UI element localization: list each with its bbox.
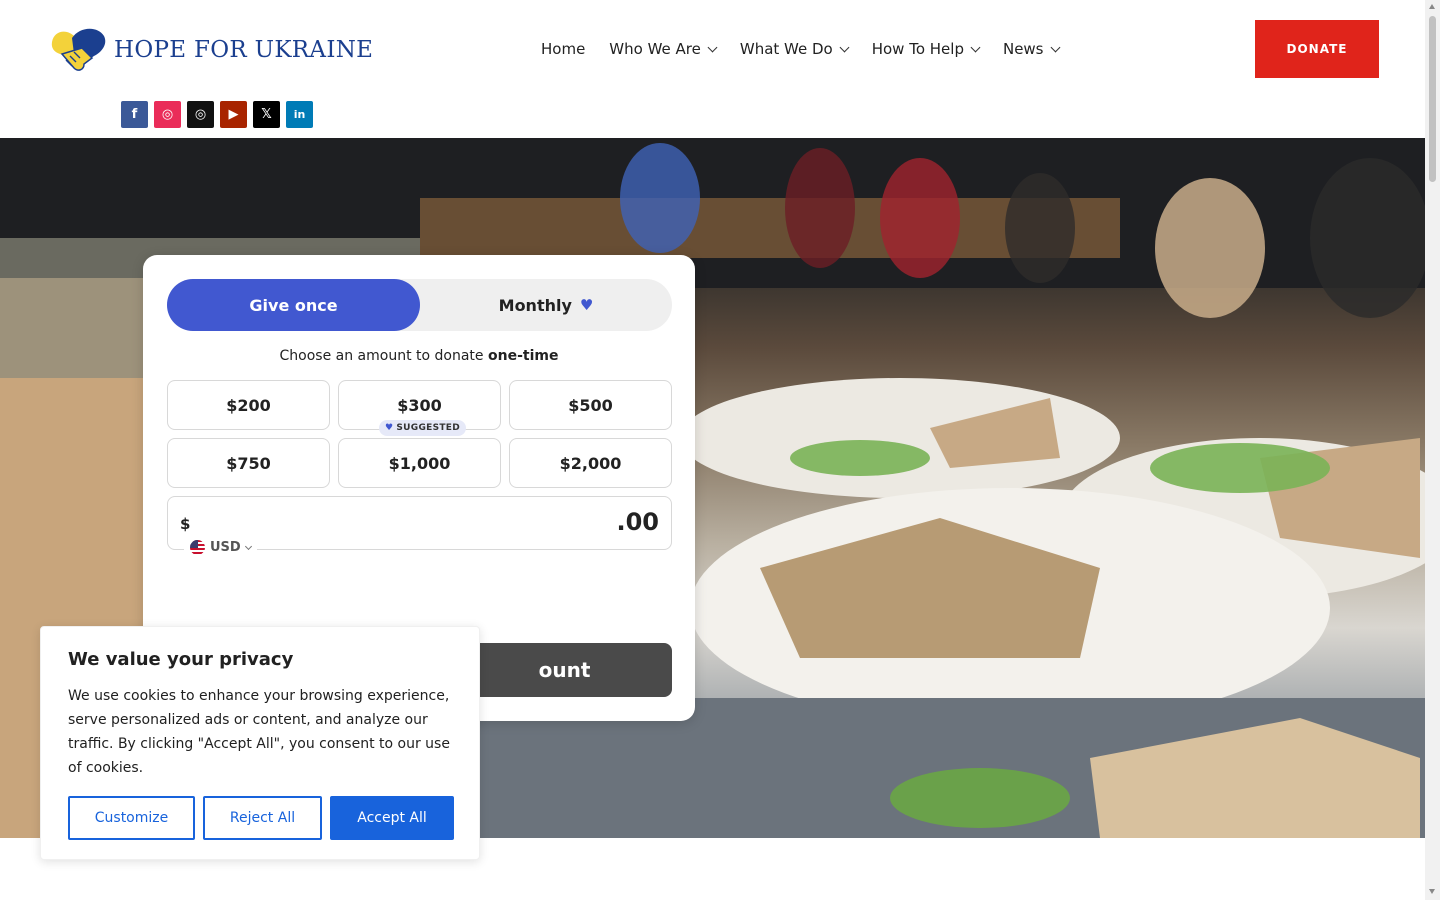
amount-prompt-text: Choose an amount to donate bbox=[279, 348, 484, 364]
amount-option-2000[interactable]: $2,000 bbox=[509, 438, 672, 488]
amount-option-500[interactable]: $500 bbox=[509, 380, 672, 430]
amount-prompt: Choose an amount to donate one-time bbox=[143, 348, 695, 364]
header-donate-button[interactable]: DONATE bbox=[1255, 20, 1379, 78]
cookie-customize-button[interactable]: Customize bbox=[68, 796, 195, 840]
heart-icon: ♥ bbox=[579, 296, 594, 314]
cookie-description: We use cookies to enhance your browsing … bbox=[68, 688, 450, 776]
chevron-down-icon bbox=[970, 42, 981, 52]
x-icon[interactable]: 𝕏 bbox=[253, 101, 280, 128]
linkedin-icon[interactable]: in bbox=[286, 101, 313, 128]
suggested-label: SUGGESTED bbox=[396, 423, 461, 433]
site-header: HOPE FOR UKRAINE Home Who We Are What We… bbox=[0, 0, 1425, 138]
cookie-accept-button[interactable]: Accept All bbox=[330, 796, 454, 840]
nav-item-label: What We Do bbox=[739, 40, 833, 58]
donate-amount-label: ount bbox=[538, 658, 591, 682]
amount-prompt-frequency: one-time bbox=[488, 348, 559, 364]
site-logo[interactable]: HOPE FOR UKRAINE bbox=[48, 24, 373, 76]
scrollbar-thumb[interactable] bbox=[1429, 16, 1436, 182]
custom-amount-input[interactable]: $ .00 USD bbox=[167, 496, 672, 555]
cookie-reject-button[interactable]: Reject All bbox=[203, 796, 322, 840]
nav-item-label: Who We Are bbox=[609, 40, 701, 58]
main-nav: Home Who We Are What We Do How To Help N… bbox=[541, 38, 1060, 60]
nav-item-label: How To Help bbox=[871, 40, 964, 58]
nav-item-what-we-do[interactable]: What We Do bbox=[739, 38, 850, 60]
scroll-down-icon[interactable] bbox=[1429, 889, 1435, 894]
frequency-toggle: Give once Monthly ♥ bbox=[167, 279, 672, 331]
heart-icon: ♥ bbox=[385, 423, 394, 433]
custom-amount-value: .00 bbox=[616, 508, 659, 536]
amount-option-750[interactable]: $750 bbox=[167, 438, 330, 488]
nav-item-label: News bbox=[1002, 40, 1044, 58]
give-once-tab[interactable]: Give once bbox=[167, 279, 420, 331]
nav-item-label: Home bbox=[541, 40, 586, 58]
page-scrollbar[interactable] bbox=[1425, 0, 1440, 900]
monthly-tab[interactable]: Monthly ♥ bbox=[420, 279, 672, 331]
amount-option-200[interactable]: $200 bbox=[167, 380, 330, 430]
cookie-title: We value your privacy bbox=[68, 649, 294, 670]
suggested-badge: ♥ SUGGESTED bbox=[379, 420, 467, 436]
instagram-alt-icon[interactable]: ◎ bbox=[187, 101, 214, 128]
site-logo-text: HOPE FOR UKRAINE bbox=[114, 37, 374, 63]
currency-symbol: $ bbox=[180, 515, 191, 533]
scroll-up-icon[interactable] bbox=[1429, 4, 1435, 9]
nav-item-who-we-are[interactable]: Who We Are bbox=[609, 38, 718, 60]
social-links: f ◎ ◎ ▶ 𝕏 in bbox=[121, 101, 313, 128]
chevron-down-icon bbox=[1050, 42, 1060, 52]
amount-option-1000[interactable]: $1,000 bbox=[338, 438, 501, 488]
hands-logo-icon bbox=[51, 28, 106, 71]
youtube-icon[interactable]: ▶ bbox=[220, 101, 247, 128]
us-flag-icon bbox=[190, 540, 205, 555]
nav-item-how-to-help[interactable]: How To Help bbox=[871, 38, 981, 60]
nav-item-news[interactable]: News bbox=[1002, 38, 1060, 60]
cookie-consent-banner: We value your privacy We use cookies to … bbox=[40, 626, 480, 860]
nav-item-home[interactable]: Home bbox=[541, 38, 585, 60]
currency-code: USD bbox=[210, 540, 241, 555]
facebook-icon[interactable]: f bbox=[121, 101, 148, 128]
chevron-down-icon bbox=[839, 42, 850, 52]
chevron-down-icon bbox=[244, 542, 252, 550]
instagram-icon[interactable]: ◎ bbox=[154, 101, 181, 128]
monthly-tab-label: Monthly bbox=[498, 295, 572, 315]
chevron-down-icon bbox=[707, 42, 718, 52]
currency-selector[interactable]: USD bbox=[184, 540, 257, 555]
